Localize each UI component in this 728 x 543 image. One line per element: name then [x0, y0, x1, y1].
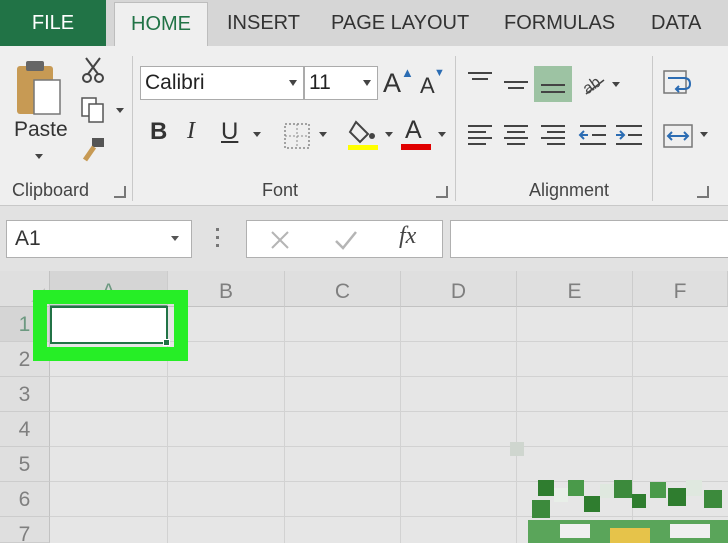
- clipboard-group-label: Clipboard: [12, 180, 90, 200]
- tab-page-layout[interactable]: PAGE LAYOUT: [331, 0, 469, 46]
- tab-formulas[interactable]: FORMULAS: [504, 0, 615, 46]
- align-center-icon[interactable]: [502, 122, 530, 148]
- column-header-e[interactable]: E: [517, 271, 633, 307]
- increase-font-icon[interactable]: A ▲: [383, 65, 414, 99]
- align-right-icon[interactable]: [539, 122, 567, 148]
- decrease-font-icon[interactable]: A ▼: [420, 67, 445, 99]
- svg-text:ab: ab: [580, 74, 604, 98]
- row-header-7[interactable]: 7: [0, 517, 50, 543]
- font-name-value: Calibri: [145, 71, 205, 94]
- font-size-dropdown-icon[interactable]: [363, 80, 371, 86]
- column-header-d[interactable]: D: [401, 271, 517, 307]
- tab-home[interactable]: HOME: [114, 2, 208, 47]
- selection-highlight-box: [33, 290, 188, 361]
- font-name-dropdown-icon[interactable]: [289, 80, 297, 86]
- gridline: [50, 411, 728, 412]
- ribbon: Paste Clipboard Calibri 11 A ▲ A ▼ B I U A: [0, 46, 728, 206]
- merge-center-icon[interactable]: [662, 122, 694, 150]
- copy-dropdown-icon[interactable]: [116, 108, 124, 113]
- font-color-icon[interactable]: A: [401, 116, 431, 150]
- font-name-box[interactable]: Calibri: [140, 66, 304, 100]
- column-header-c[interactable]: C: [285, 271, 401, 307]
- pixelated-overlay: [500, 432, 728, 543]
- group-separator: [455, 56, 456, 201]
- font-launcher-icon[interactable]: [436, 186, 448, 198]
- row-header-5[interactable]: 5: [0, 447, 50, 482]
- cut-icon[interactable]: [80, 56, 106, 84]
- formula-controls: fx: [246, 220, 443, 258]
- gridline: [400, 307, 401, 543]
- gridline: [50, 376, 728, 377]
- tab-insert[interactable]: INSERT: [227, 0, 300, 46]
- align-left-icon[interactable]: [466, 122, 494, 148]
- alignment-group-label: Alignment: [529, 180, 610, 200]
- borders-icon[interactable]: [283, 122, 311, 150]
- increase-indent-icon[interactable]: [614, 122, 644, 148]
- enter-icon[interactable]: [333, 227, 359, 253]
- bold-button[interactable]: B: [150, 118, 167, 146]
- group-separator: [132, 56, 133, 201]
- merge-dropdown-icon[interactable]: [700, 132, 708, 137]
- decrease-indent-icon[interactable]: [578, 122, 608, 148]
- row-header-6[interactable]: 6: [0, 482, 50, 517]
- alignment-launcher-icon[interactable]: [697, 186, 709, 198]
- gridline: [284, 307, 285, 543]
- formula-bar: A1 fx: [0, 206, 728, 271]
- group-separator: [652, 56, 653, 201]
- paste-button[interactable]: Paste: [14, 118, 68, 142]
- insert-function-button[interactable]: fx: [399, 223, 416, 250]
- middle-align-icon[interactable]: [502, 74, 530, 96]
- column-header-f[interactable]: F: [633, 271, 728, 307]
- font-size-value: 11: [309, 71, 331, 94]
- fill-color-dropdown-icon[interactable]: [385, 132, 393, 137]
- tab-file[interactable]: FILE: [0, 0, 106, 46]
- italic-button[interactable]: I: [187, 118, 195, 145]
- underline-dropdown-icon[interactable]: [253, 132, 261, 137]
- name-box-dropdown-icon[interactable]: [171, 236, 179, 241]
- font-color-dropdown-icon[interactable]: [438, 132, 446, 137]
- borders-dropdown-icon[interactable]: [319, 132, 327, 137]
- formula-input[interactable]: [450, 220, 728, 258]
- font-group-label: Font: [262, 180, 299, 200]
- paste-icon[interactable]: [14, 58, 64, 120]
- copy-icon[interactable]: [80, 96, 106, 124]
- clipboard-launcher-icon[interactable]: [114, 186, 126, 198]
- name-box[interactable]: A1: [6, 220, 192, 258]
- formula-bar-grip-icon: [216, 228, 220, 250]
- name-box-value: A1: [15, 227, 41, 250]
- orientation-dropdown-icon[interactable]: [612, 82, 620, 87]
- row-header-4[interactable]: 4: [0, 412, 50, 447]
- ribbon-tab-bar: FILE HOME INSERT PAGE LAYOUT FORMULAS DA…: [0, 0, 728, 47]
- font-size-box[interactable]: 11: [304, 66, 378, 100]
- cancel-icon[interactable]: [267, 227, 293, 253]
- orientation-icon[interactable]: ab: [578, 70, 608, 98]
- paste-dropdown-icon[interactable]: [35, 154, 43, 159]
- tab-data[interactable]: DATA: [651, 0, 701, 46]
- top-align-icon[interactable]: [466, 70, 494, 92]
- underline-button[interactable]: U: [221, 118, 238, 146]
- wrap-text-icon[interactable]: [662, 68, 694, 98]
- format-painter-icon[interactable]: [78, 136, 108, 166]
- row-header-3[interactable]: 3: [0, 377, 50, 412]
- fill-color-icon[interactable]: [348, 118, 378, 150]
- bottom-align-icon[interactable]: [534, 66, 572, 102]
